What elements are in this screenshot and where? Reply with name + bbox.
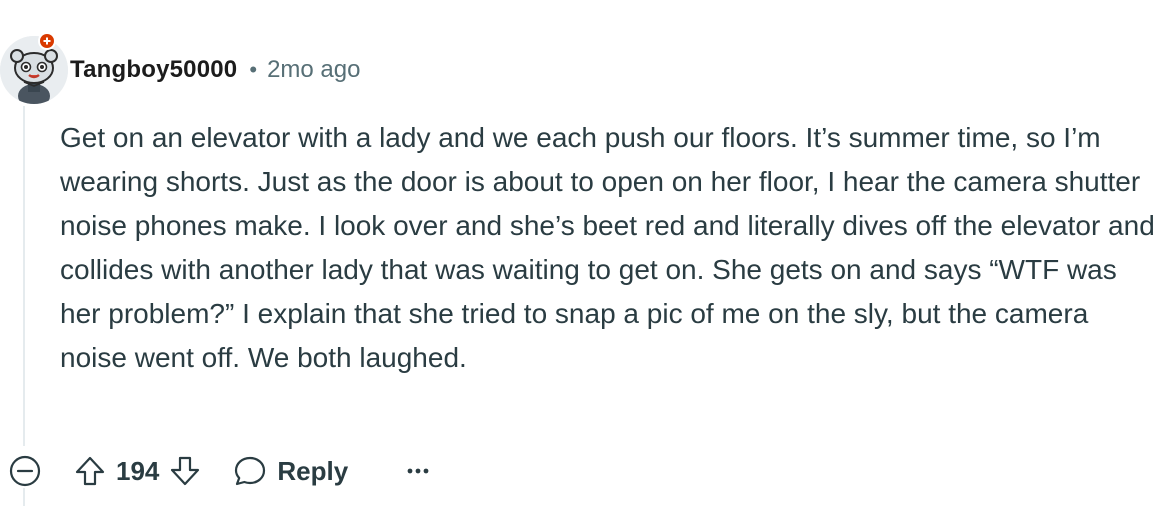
collapse-button[interactable] [0,446,50,496]
plus-badge-icon [40,34,54,48]
comment-actions: 194 Reply [0,446,438,496]
downvote-button[interactable] [163,446,207,496]
reply-label: Reply [277,455,349,486]
speech-bubble-icon [235,456,266,486]
more-options-button[interactable] [398,446,438,496]
online-badge [38,32,56,50]
more-dots-icon [407,468,429,474]
timestamp[interactable]: 2mo ago [267,56,360,84]
avatar-image [0,36,68,104]
downvote-arrow-icon [171,456,200,486]
comment-body: Get on an elevator with a lady and we ea… [60,122,1155,373]
upvote-button[interactable] [68,446,112,496]
vote-score: 194 [116,455,160,486]
reply-button[interactable]: Reply [233,446,348,496]
username-link[interactable]: Tangboy50000 [70,56,237,84]
comment-header: Tangboy50000 • 2mo ago [70,52,360,88]
upvote-arrow-icon [75,456,105,486]
meta-separator: • [249,57,258,82]
collapse-minus-icon [9,455,41,487]
avatar[interactable] [0,36,68,104]
thread-line [23,106,25,446]
